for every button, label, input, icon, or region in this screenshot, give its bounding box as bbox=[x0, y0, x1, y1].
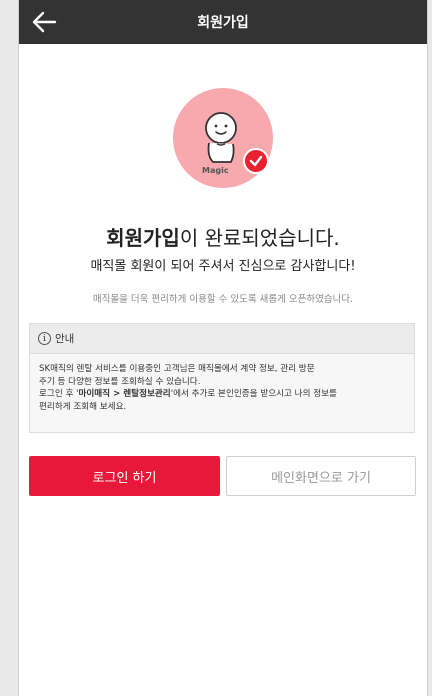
login-button[interactable]: 로그인 하기 bbox=[29, 456, 220, 496]
top-bar: 회원가입 bbox=[19, 0, 427, 44]
info-box: i 안내 SK매직의 렌탈 서비스를 이용중인 고객님은 매직몰에서 계약 정보… bbox=[29, 323, 415, 433]
app-frame: 회원가입 Magic 회원가입이 완료되었습니다. 매직몰 회원이 되어 주셔서… bbox=[18, 0, 428, 696]
info-line-1: SK매직의 렌탈 서비스를 이용중인 고객님은 매직몰에서 계약 정보, 관리 … bbox=[39, 364, 315, 374]
completion-headline: 회원가입이 완료되었습니다. bbox=[19, 222, 427, 251]
thanks-message: 매직몰 회원이 되어 주셔서 진심으로 감사합니다! bbox=[90, 259, 356, 274]
go-to-main-button[interactable]: 메인화면으로 가기 bbox=[226, 456, 416, 496]
info-line-2: 주기 등 다양한 정보를 조회하실 수 있습니다. bbox=[39, 376, 201, 387]
headline-rest: 이 완료되었습니다. bbox=[179, 226, 340, 250]
check-icon bbox=[243, 148, 269, 174]
info-title: 안내 bbox=[55, 333, 75, 345]
arrow-left-icon[interactable] bbox=[29, 8, 59, 36]
magic-logo: Magic bbox=[202, 166, 229, 175]
info-line-4: 편리하게 조회해 보세요. bbox=[39, 401, 127, 412]
info-header: i 안내 bbox=[30, 324, 414, 354]
headline-bold: 회원가입 bbox=[106, 226, 180, 250]
info-body: SK매직의 렌탈 서비스를 이용중인 고객님은 매직몰에서 계약 정보, 관리 … bbox=[30, 354, 414, 413]
info-icon: i bbox=[38, 332, 51, 345]
info-line-3: 로그인 후 '마이매직 > 렌탈정보관리'에서 추가로 본인인증을 받으시고 나… bbox=[39, 389, 337, 399]
menu-path: 마이매직 > 렌탈정보관리 bbox=[78, 389, 171, 399]
mascot-circle: Magic bbox=[173, 88, 273, 188]
page-title: 회원가입 bbox=[197, 15, 249, 31]
open-notice: 매직몰을 더욱 편리하게 이용할 수 있도록 새롭게 오픈하였습니다. bbox=[92, 294, 354, 305]
hero-illustration: Magic bbox=[19, 88, 427, 188]
